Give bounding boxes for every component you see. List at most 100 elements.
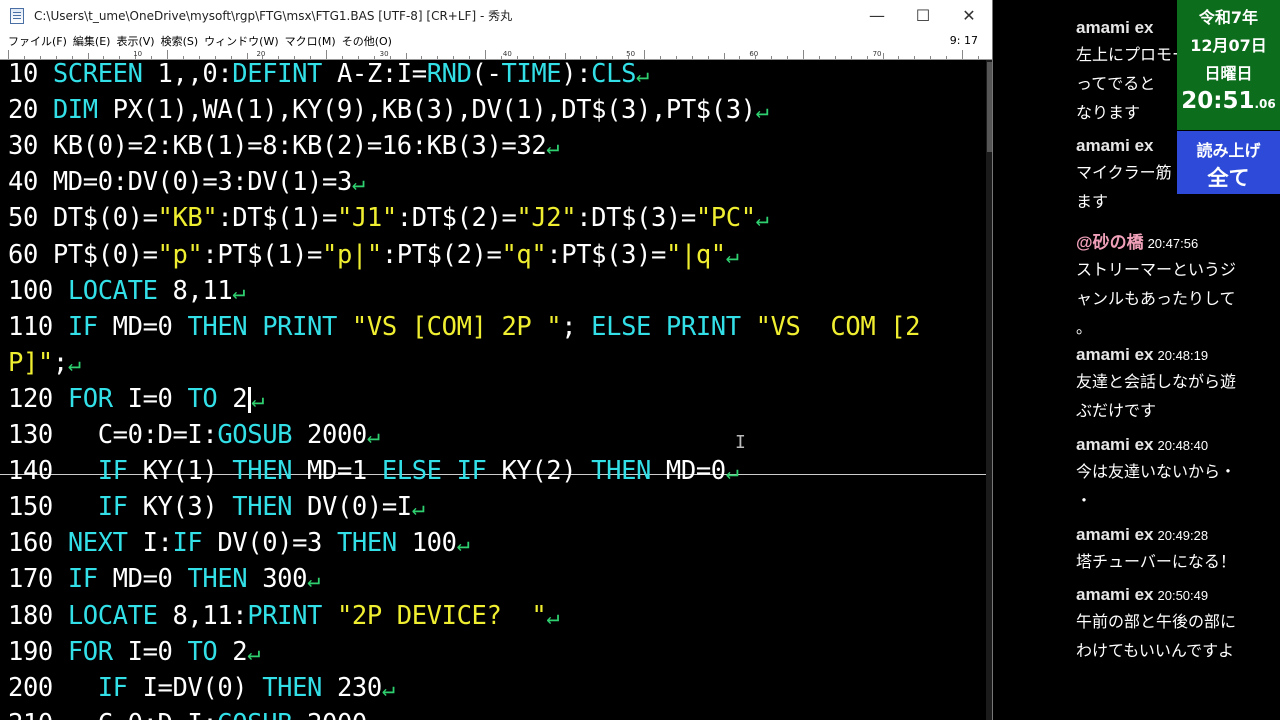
code-line[interactable]: 210 C=0:D=I:GOSUB 2000↵ xyxy=(8,706,380,720)
code-line[interactable]: 130 C=0:D=I:GOSUB 2000↵ xyxy=(8,417,380,453)
code-line[interactable]: 40 MD=0:DV(0)=3:DV(1)=3↵ xyxy=(8,164,365,200)
menu-file[interactable]: ファイル(F) xyxy=(0,33,70,49)
code-line[interactable]: 30 KB(0)=2:KB(1)=8:KB(2)=16:KB(3)=32↵ xyxy=(8,128,560,164)
code-line[interactable]: P]";↵ xyxy=(8,345,81,381)
ruler-tick xyxy=(930,56,932,59)
code-line[interactable]: 60 PT$(0)="p":PT$(1)="p|":PT$(2)="q":PT$… xyxy=(8,237,739,273)
code-token: KY(1) xyxy=(127,456,233,487)
keyword-token: IF xyxy=(97,456,128,487)
ruler-tick xyxy=(405,53,407,59)
code-line[interactable]: 140 IF KY(1) THEN MD=1 ELSE IF KY(2) THE… xyxy=(8,453,739,489)
ruler-tick xyxy=(167,50,168,59)
close-button[interactable]: ✕ xyxy=(946,0,992,31)
menu-search[interactable]: 検索(S) xyxy=(158,33,202,49)
code-line[interactable]: 180 LOCATE 8,11:PRINT "2P DEVICE? "↵ xyxy=(8,598,560,634)
code-token: 300 xyxy=(247,564,308,595)
ruler-tick xyxy=(71,56,73,59)
line-end-mark: ↵ xyxy=(351,171,365,197)
code-line[interactable]: 100 LOCATE 8,11↵ xyxy=(8,273,246,309)
keyword-token: DIM xyxy=(52,95,98,126)
code-token: :PT$(2)= xyxy=(381,239,502,270)
code-line[interactable]: 10 SCREEN 1,,0:DEFINT A-Z:I=RND(-TIME):C… xyxy=(8,60,649,92)
keyword-token: TIME xyxy=(501,60,562,89)
line-end-mark: ↵ xyxy=(725,460,739,486)
ruler-tick xyxy=(39,56,41,59)
code-editor[interactable]: I 10 SCREEN 1,,0:DEFINT A-Z:I=RND(-TIME)… xyxy=(0,60,986,720)
ruler-tick xyxy=(437,56,439,59)
ruler-tick xyxy=(962,50,963,59)
chat-timestamp: 20:49:28 xyxy=(1157,528,1209,543)
keyword-token: PRINT xyxy=(247,600,323,631)
code-line[interactable]: 150 IF KY(3) THEN DV(0)=I↵ xyxy=(8,489,425,525)
menu-window[interactable]: ウィンドウ(W) xyxy=(201,33,281,49)
code-line[interactable]: 160 NEXT I:IF DV(0)=3 THEN 100↵ xyxy=(8,525,470,561)
ruler-tick xyxy=(644,50,645,59)
line-end-mark: ↵ xyxy=(411,496,425,522)
ruler-tick xyxy=(198,56,200,59)
code-token: 2000 xyxy=(292,709,367,720)
vertical-scrollbar[interactable] xyxy=(986,60,992,720)
ruler-tick xyxy=(214,56,216,59)
menu-edit[interactable]: 編集(E) xyxy=(70,33,114,49)
code-token: I=0 xyxy=(112,636,188,667)
code-line[interactable]: 200 IF I=DV(0) THEN 230↵ xyxy=(8,670,395,706)
clock-time: 20:51.06 xyxy=(1177,88,1280,114)
keyword-token: IF xyxy=(172,528,203,559)
title-bar[interactable]: C:\Users\t_ume\OneDrive\mysoft\rgp\FTG\m… xyxy=(0,0,992,31)
code-token: 50 DT$(0)= xyxy=(8,203,158,234)
keyword-token: THEN xyxy=(336,528,397,559)
code-line[interactable]: 50 DT$(0)="KB":DT$(1)="J1":DT$(2)="J2":D… xyxy=(8,200,769,236)
menu-other[interactable]: その他(O) xyxy=(339,33,395,49)
ruler-tick xyxy=(357,56,359,59)
code-token: 8,11: xyxy=(157,600,248,631)
keyword-token: CLS xyxy=(591,60,637,89)
ruler-tick xyxy=(119,56,121,59)
code-token: 190 xyxy=(8,636,68,667)
chat-author: @砂の橋 xyxy=(1076,233,1144,252)
menu-view[interactable]: 表示(V) xyxy=(113,33,157,49)
code-line[interactable]: 170 IF MD=0 THEN 300↵ xyxy=(8,561,320,597)
ruler-tick xyxy=(898,56,900,59)
code-line[interactable]: 110 IF MD=0 THEN PRINT "VS [COM] 2P "; E… xyxy=(8,309,921,345)
scrollbar-thumb[interactable] xyxy=(987,62,992,152)
keyword-token: FOR xyxy=(67,636,113,667)
menu-macro[interactable]: マクロ(M) xyxy=(282,33,339,49)
menu-bar: ファイル(F) 編集(E) 表示(V) 検索(S) ウィンドウ(W) マクロ(M… xyxy=(0,31,992,50)
code-token: (- xyxy=(471,60,502,89)
read-aloud-button[interactable]: 読み上げ 全て xyxy=(1177,131,1280,194)
code-token: 100 xyxy=(8,275,68,306)
ruler-tick xyxy=(246,53,248,59)
string-token: "J2" xyxy=(516,203,577,234)
code-line[interactable]: 190 FOR I=0 TO 2↵ xyxy=(8,634,261,670)
code-token: :PT$(3)= xyxy=(546,239,666,270)
read-aloud-mode: 全て xyxy=(1207,166,1250,190)
maximize-button[interactable]: ☐ xyxy=(900,0,946,31)
keyword-token: TO xyxy=(187,383,218,414)
ruler-tick xyxy=(151,56,153,59)
minimize-button[interactable]: — xyxy=(854,0,900,31)
code-token: 200 xyxy=(8,672,98,703)
code-token: MD=0 xyxy=(97,564,188,595)
line-end-mark: ↵ xyxy=(67,351,81,377)
line-end-mark: ↵ xyxy=(636,63,649,88)
chat-author: amami ex xyxy=(1076,345,1154,364)
keyword-token: GOSUB xyxy=(217,709,292,720)
code-token: MD=0 xyxy=(97,311,188,342)
code-token: DV(0)=3 xyxy=(202,528,337,559)
string-token: P]" xyxy=(8,347,53,378)
chat-message-header: amami ex 20:50:49 xyxy=(1076,585,1276,605)
ruler-tick xyxy=(341,56,343,59)
keyword-token: THEN xyxy=(262,672,323,703)
chat-message: @砂の橋 20:47:56 ストリーマーというジ ャンルもあったりして。 xyxy=(1076,228,1276,342)
ruler-tick xyxy=(977,56,979,59)
code-token: KY(3) xyxy=(127,492,233,523)
string-token: "|q" xyxy=(665,239,726,270)
code-line[interactable]: 20 DIM PX(1),WA(1),KY(9),KB(3),DV(1),DT$… xyxy=(8,92,769,128)
chat-author: amami ex xyxy=(1076,136,1154,155)
line-end-mark: ↵ xyxy=(755,99,769,125)
string-token: "PC" xyxy=(695,203,756,234)
code-line[interactable]: 120 FOR I=0 TO 2 ↵ xyxy=(8,381,265,417)
chat-author: amami ex xyxy=(1076,18,1154,37)
